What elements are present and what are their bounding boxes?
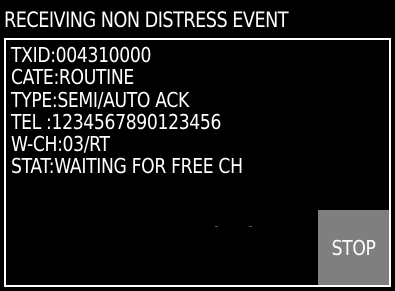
divider-mark xyxy=(249,226,252,227)
telephone-line: TEL :1234567890123456 xyxy=(11,109,222,134)
event-details-panel: TXID:004310000 CATE:ROUTINE TYPE:SEMI/AU… xyxy=(4,38,391,287)
stop-button-label: STOP xyxy=(331,235,376,260)
type-line: TYPE:SEMI/AUTO ACK xyxy=(11,87,189,112)
txid-line: TXID:004310000 xyxy=(11,43,152,67)
divider-mark xyxy=(215,226,218,227)
working-channel-line: W-CH:03/RT xyxy=(11,132,110,157)
status-line: STAT:WAITING FOR FREE CH xyxy=(11,154,243,179)
event-details-list: TXID:004310000 CATE:ROUTINE TYPE:SEMI/AU… xyxy=(11,44,280,178)
title-bar: RECEIVING NON DISTRESS EVENT xyxy=(0,0,395,38)
category-line: CATE:ROUTINE xyxy=(11,65,134,90)
stop-button[interactable]: STOP xyxy=(318,210,389,285)
screen-title: RECEIVING NON DISTRESS EVENT xyxy=(4,8,289,32)
